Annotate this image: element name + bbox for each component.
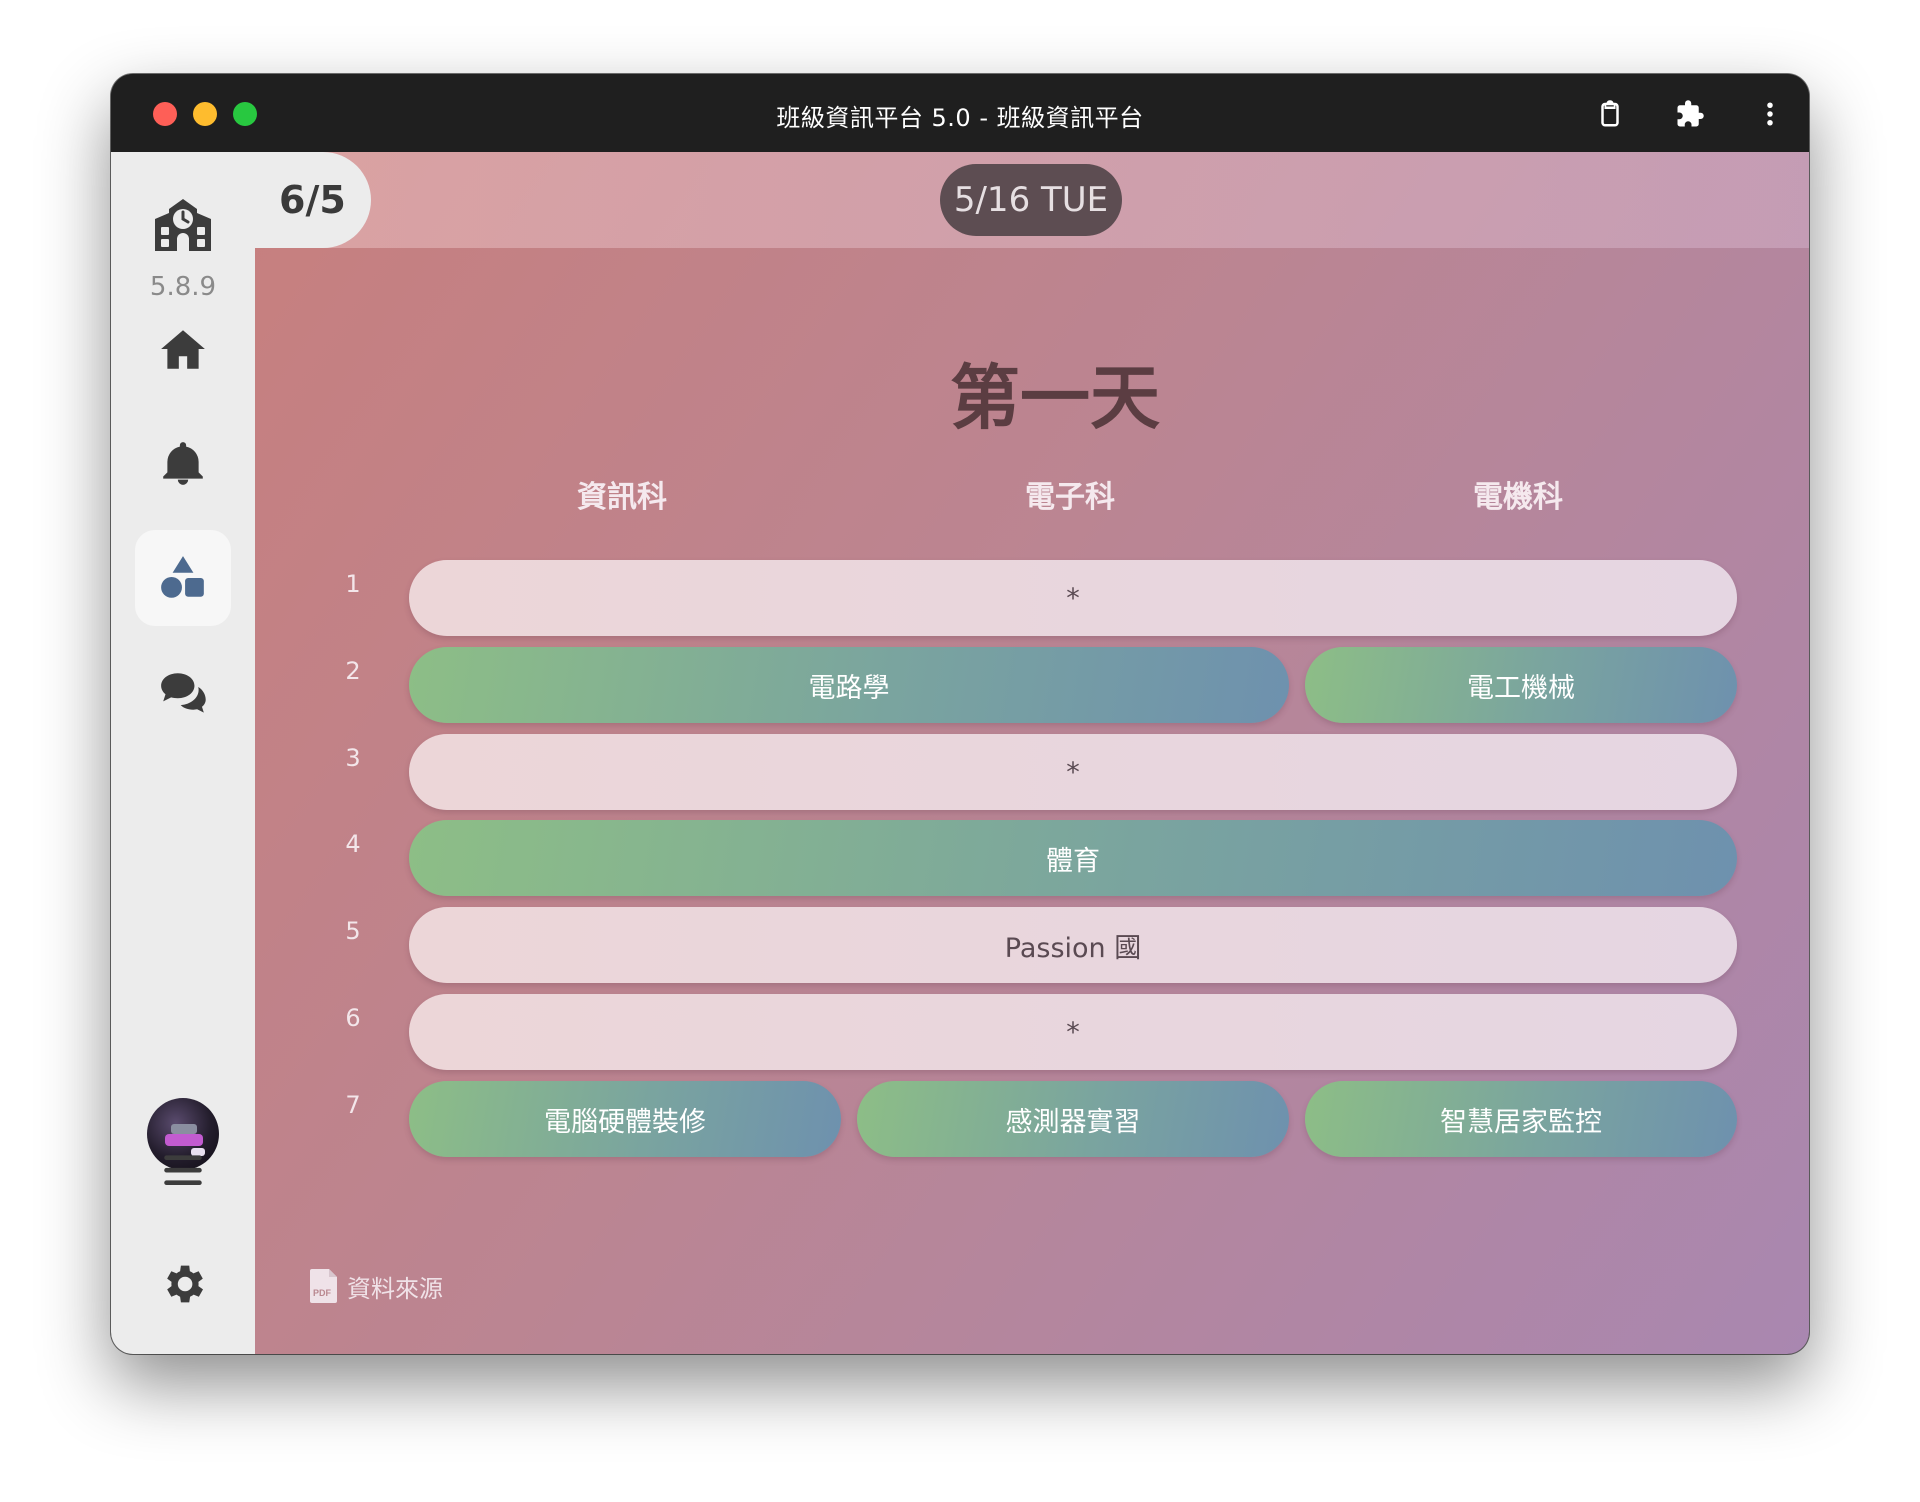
- schedule-cell[interactable]: Passion 國: [409, 907, 1737, 983]
- counter-badge: 6/5: [255, 152, 371, 248]
- period-number: 1: [345, 570, 361, 598]
- schedule-cell[interactable]: 智慧居家監控: [1305, 1081, 1737, 1157]
- svg-text:PDF: PDF: [313, 1288, 332, 1298]
- bell-icon: [163, 442, 203, 485]
- nav-menu[interactable]: [135, 1122, 231, 1218]
- nav-schedule[interactable]: [135, 530, 231, 626]
- data-source-link[interactable]: PDF 資料來源: [309, 1268, 443, 1304]
- column-header-electrical: 電機科: [1473, 480, 1563, 515]
- counter-text: 6/5: [279, 178, 346, 222]
- chat-icon: [161, 673, 206, 713]
- schedule-cell[interactable]: 電工機械: [1305, 647, 1737, 723]
- column-header-electronics: 電子科: [1025, 480, 1115, 515]
- period-number: 3: [345, 744, 361, 772]
- nav-chat[interactable]: [135, 644, 231, 740]
- schedule-cell[interactable]: 電腦硬體裝修: [409, 1081, 841, 1157]
- app-version: 5.8.9: [149, 272, 217, 302]
- schedule-cell[interactable]: 電路學: [409, 647, 1289, 723]
- shapes-icon: [161, 556, 204, 598]
- nav-home[interactable]: [135, 302, 231, 398]
- app-window: 班級資訊平台 5.0 - 班級資訊平台 5.8.9 6/5 5/16 TUE 第…: [111, 74, 1809, 1354]
- gear-icon: [167, 1265, 203, 1303]
- period-number: 6: [345, 1004, 361, 1032]
- clipboard-icon[interactable]: [1593, 97, 1627, 131]
- main-content: 6/5 5/16 TUE 第一天 資訊科 電子科 電機科 1 * 2 電路學 電…: [255, 152, 1809, 1354]
- day-title: 第一天: [950, 357, 1160, 439]
- school-logo-icon: [155, 199, 211, 251]
- period-number: 4: [345, 830, 361, 858]
- schedule-cell[interactable]: *: [409, 560, 1737, 636]
- column-header-it: 資訊科: [577, 480, 667, 515]
- pdf-file-icon: PDF: [310, 1269, 337, 1303]
- more-vertical-icon[interactable]: [1753, 97, 1787, 131]
- title-bar: 班級資訊平台 5.0 - 班級資訊平台: [111, 74, 1809, 152]
- sidebar: 5.8.9: [111, 152, 255, 1354]
- nav-notifications[interactable]: [135, 416, 231, 512]
- schedule-cell[interactable]: *: [409, 734, 1737, 810]
- schedule-cell[interactable]: 感測器實習: [857, 1081, 1289, 1157]
- extensions-puzzle-icon[interactable]: [1673, 97, 1707, 131]
- nav-settings[interactable]: [135, 1236, 231, 1332]
- hamburger-menu-icon: [164, 1155, 202, 1185]
- data-source-label: 資料來源: [347, 1274, 443, 1303]
- schedule-cell[interactable]: 體育: [409, 820, 1737, 896]
- schedule-cell[interactable]: *: [409, 994, 1737, 1070]
- home-icon: [161, 330, 205, 369]
- period-number: 2: [345, 657, 361, 685]
- period-number: 5: [345, 917, 361, 945]
- window-title: 班級資訊平台 5.0 - 班級資訊平台: [776, 104, 1144, 132]
- period-number: 7: [345, 1091, 361, 1119]
- date-pill[interactable]: 5/16 TUE: [940, 164, 1122, 236]
